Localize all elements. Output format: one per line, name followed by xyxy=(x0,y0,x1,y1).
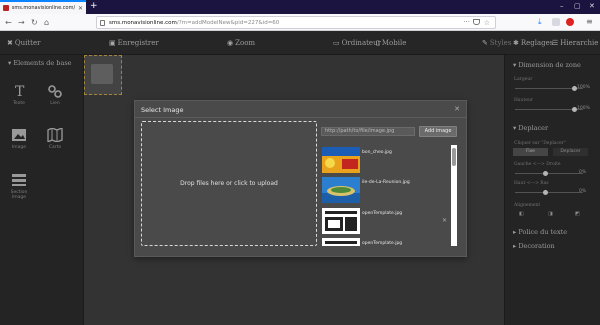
file-name: openTemplate.jpg xyxy=(362,211,403,216)
menu-icon[interactable]: ≡ xyxy=(586,17,593,26)
select-image-dialog: Select Image ✕ Drop files here or click … xyxy=(134,100,467,257)
browser-nav-bar: ← → ↻ ⌂ sms.monavisionline.com/?m=addMod… xyxy=(0,14,600,31)
download-icon[interactable]: ⤓ xyxy=(538,17,546,26)
browser-tab-bar: sms.monavisionline.com/?m=addi ✕ + – ▢ ✕ xyxy=(0,0,600,14)
library-icon[interactable] xyxy=(552,18,560,26)
list-item[interactable]: ile-de-La-Reunion.jpg xyxy=(321,177,449,203)
browser-tab[interactable]: sms.monavisionline.com/?m=addi ✕ xyxy=(0,0,86,14)
maximize-icon[interactable]: ▢ xyxy=(574,2,581,10)
file-thumbnail xyxy=(322,238,360,246)
scrollbar-thumb[interactable] xyxy=(452,148,456,166)
tab-title: sms.monavisionline.com/?m=addi xyxy=(11,5,75,11)
divider xyxy=(135,117,466,118)
list-item[interactable]: bon_cheo.jpg xyxy=(321,147,449,173)
minimize-icon[interactable]: – xyxy=(560,2,564,10)
list-item[interactable]: openTemplate.jpg xyxy=(321,238,449,246)
file-name: bon_cheo.jpg xyxy=(362,150,392,155)
pocket-icon[interactable] xyxy=(473,19,480,25)
new-tab-icon[interactable]: + xyxy=(90,2,98,11)
home-icon[interactable]: ⌂ xyxy=(44,18,49,27)
file-thumbnail xyxy=(322,208,360,234)
list-item[interactable]: openTemplate.jpg ✕ xyxy=(321,208,449,234)
favicon-icon xyxy=(3,5,9,11)
file-thumbnail xyxy=(322,147,360,173)
list-scrollbar[interactable] xyxy=(451,145,457,246)
upload-dropzone[interactable]: Drop files here or click to upload xyxy=(141,121,317,246)
extension-icon[interactable] xyxy=(566,18,574,26)
file-name: ile-de-La-Reunion.jpg xyxy=(362,180,410,185)
dropzone-text: Drop files here or click to upload xyxy=(180,180,278,187)
url-text: sms.monavisionline.com/?m=addModelNew&pi… xyxy=(109,19,280,26)
file-name: openTemplate.jpg xyxy=(362,241,403,246)
image-file-list: bon_cheo.jpg ile-de-La-Reunion.jpg openT… xyxy=(321,145,457,246)
url-bar[interactable]: sms.monavisionline.com/?m=addModelNew&pi… xyxy=(96,16,496,29)
add-image-button[interactable]: Add image xyxy=(419,126,457,137)
dialog-title: Select Image xyxy=(141,106,184,114)
window-close-icon[interactable]: ✕ xyxy=(589,2,595,10)
image-url-input[interactable]: http://path/to/file/image.jpg xyxy=(321,127,415,136)
bookmark-star-icon[interactable]: ☆ xyxy=(484,19,490,27)
close-icon[interactable]: ✕ xyxy=(454,105,460,113)
back-icon[interactable]: ← xyxy=(5,18,12,27)
reload-icon[interactable]: ↻ xyxy=(31,18,38,27)
lock-icon xyxy=(100,19,105,26)
forward-icon[interactable]: → xyxy=(18,18,25,27)
tab-close-icon[interactable]: ✕ xyxy=(78,5,83,12)
page-actions-icon[interactable]: ··· xyxy=(463,18,470,26)
file-thumbnail xyxy=(322,177,360,203)
delete-icon[interactable]: ✕ xyxy=(442,217,447,224)
